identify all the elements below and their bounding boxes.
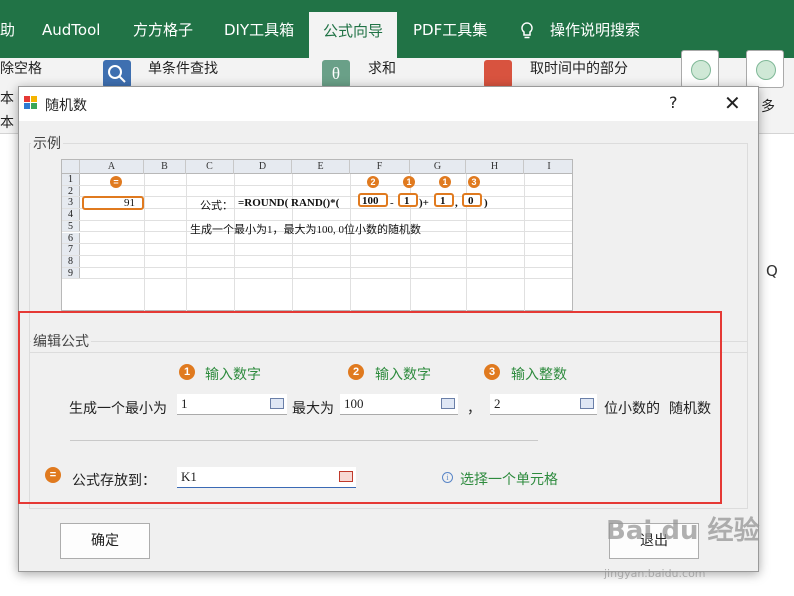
row-number: 1 [62,174,80,185]
search-icon[interactable] [103,60,131,88]
badge-step-1b: 1 [439,176,451,188]
theta-icon[interactable]: θ [322,60,350,88]
badge-step-3: 3 [468,176,480,188]
tab-partial[interactable]: 助 [0,10,15,50]
badge-equals: = [110,176,122,188]
badge-step-2: 2 [367,176,379,188]
row-number: 2 [62,185,80,197]
preview-row: 9 [62,267,572,280]
ribbon-single-lookup[interactable]: 单条件查找 [148,58,218,78]
dialog-titlebar: 随机数 ? ✕ [19,87,758,121]
row-number: 6 [62,232,80,243]
example-description: 生成一个最小为1，最大为100, 0位小数的随机数 [190,224,421,236]
ok-button[interactable]: 确定 [60,523,150,559]
row-number: 5 [62,220,80,232]
ribbon-tabbar: 助 AudTool 方方格子 DIY工具箱 公式向导 PDF工具集 操作说明搜索 [0,0,794,58]
preview-col-c: C [186,160,234,174]
formula-comma: , [455,197,458,209]
formula-plus: )+ [419,197,429,209]
preview-col-f: F [350,160,410,174]
preview-col-b: B [144,160,186,174]
preview-col-i: I [547,161,551,172]
ribbon-time-part[interactable]: 取时间中的部分 [530,58,628,78]
dialog-title: 随机数 [45,98,87,114]
preview-col-e: E [292,160,350,174]
preview-col-h: H [466,160,524,174]
formula-prefix: =ROUND( RAND()*( [238,197,340,209]
watermark: Bai du 经验 [606,516,760,546]
formula-close-paren: ) [484,197,488,209]
ribbon-more[interactable]: 多 [761,96,775,116]
row-number: 3 [62,197,80,208]
highlight-frame [18,311,722,504]
tab-formula-wizard[interactable]: 公式向导 [309,12,398,58]
lightbulb-icon [520,10,534,50]
badge-step-1: 1 [403,176,415,188]
preview-col-g: G [410,160,466,174]
tab-pdf[interactable]: PDF工具集 [413,10,487,50]
ribbon-circle-button-2[interactable] [746,50,784,88]
side-label-1: 本 [0,91,14,107]
calendar-icon[interactable] [484,60,512,88]
row-number: 9 [62,267,80,278]
formula-arg-max: 100 [362,195,379,207]
formula-label: 公式： [200,200,233,212]
ribbon-circle-button-1[interactable] [681,50,719,88]
preview-row: 4 [62,209,572,221]
preview-row: 7 [62,244,572,256]
cell-a3-value: 91 [124,197,135,209]
column-header-q: Q [766,262,778,280]
preview-row: 8 [62,255,572,268]
row-number: 8 [62,255,80,267]
example-sheet-preview: A B C D E F G H I 1 2 3 4 5 6 7 8 9 = 91… [61,159,573,311]
formula-minus: - [390,197,394,209]
app-icon [24,96,38,110]
ribbon-sum[interactable]: 求和 [368,58,396,78]
tab-diy[interactable]: DIY工具箱 [224,10,294,50]
formula-arg-min: 1 [404,195,410,207]
help-button[interactable]: ? [669,93,678,112]
watermark-url: jingyan.baidu.com [604,567,706,580]
tab-audtool[interactable]: AudTool [42,10,100,50]
formula-arg-min2: 1 [440,195,446,207]
preview-col-a: A [80,160,144,174]
preview-col-corner [62,160,80,174]
tab-search[interactable]: 操作说明搜索 [550,10,640,50]
example-group-label: 示例 [31,133,63,153]
preview-column-headers: A B C D E F G H I [62,160,572,174]
close-button[interactable]: ✕ [724,91,741,115]
tab-fangfang[interactable]: 方方格子 [133,10,193,50]
ribbon-remove-spaces[interactable]: 除空格 [0,58,42,78]
row-number: 7 [62,244,80,255]
preview-row: 1 [62,174,572,186]
side-label-2: 本 [0,115,14,131]
preview-col-d: D [234,160,292,174]
row-number: 4 [62,209,80,220]
formula-arg-digits: 0 [468,195,474,207]
